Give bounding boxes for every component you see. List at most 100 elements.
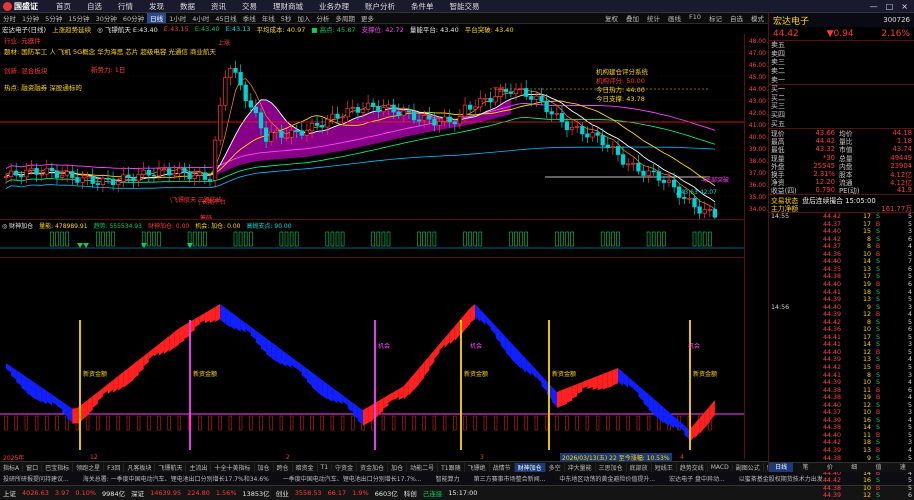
news-item-3[interactable]: 智能算力 (436, 474, 460, 483)
minimize-icon[interactable]: — (870, 2, 878, 11)
close-icon[interactable]: × (901, 2, 908, 11)
period-tab-15[interactable]: 多周期 (332, 13, 358, 23)
indicator-tab-16[interactable]: 动能二号 (407, 462, 439, 472)
indicator-tab-14[interactable]: 资金加仓 (357, 462, 389, 472)
indicator-tab-27[interactable]: MACD (708, 463, 733, 471)
period-tab-1[interactable]: 1分钟 (19, 13, 42, 23)
maximize-icon[interactable]: □ (886, 2, 894, 11)
indicator-tab-9[interactable]: 加仓 (255, 462, 274, 472)
bids-row-2[interactable]: 买三 (769, 102, 914, 111)
indicator-tab-5[interactable]: 凡客板块 (124, 462, 156, 472)
chart-tool-0[interactable]: 复权 (601, 13, 622, 23)
news-item-2[interactable]: 一季度中国电动汽车、锂电池出口分别增长17.7%... (283, 474, 422, 483)
period-tab-6[interactable]: 日线 (147, 13, 167, 23)
bids-row-0[interactable]: 买一 (769, 85, 914, 94)
quote-tab-5[interactable]: 速 (891, 463, 914, 472)
period-tab-11[interactable]: 年线 (259, 13, 278, 23)
chart-tool-6[interactable]: 自选 (726, 13, 747, 23)
indicator-tab-13[interactable]: 守资金 (332, 462, 358, 472)
period-tab-14[interactable]: 分析 (313, 13, 332, 23)
news-item-4[interactable]: 第三方赛事市场整合新闻... (474, 474, 546, 483)
indicator-tab-23[interactable]: 三思加仓 (596, 462, 627, 472)
period-tab-0[interactable]: 分时 (0, 13, 19, 23)
bids-row-1[interactable]: 买二 (769, 94, 914, 103)
menu-item-9[interactable]: 账户分析 (357, 1, 403, 12)
period-tab-2[interactable]: 5分钟 (42, 13, 65, 23)
quote-tab-1[interactable]: 笔 (793, 463, 817, 472)
menu-item-11[interactable]: 智能交易 (442, 1, 488, 12)
period-tab-16[interactable]: 更多 (358, 13, 377, 23)
bids-row-4[interactable]: 买五 (769, 119, 914, 128)
chart-tool-1[interactable]: 叠加 (622, 13, 643, 23)
indicator-tab-11[interactable]: 暗资金 (293, 462, 318, 472)
menu-item-1[interactable]: 自选 (79, 1, 110, 12)
news-item-0[interactable]: 投研所研报提问持建议... (3, 474, 69, 483)
quote-tab-0[interactable]: 日线 (769, 463, 794, 472)
chart-tool-2[interactable]: 统计 (643, 13, 664, 23)
asks-row-4[interactable]: 卖一 (769, 75, 914, 84)
quote-tab-3[interactable]: 细 (842, 463, 866, 472)
chart-tool-7[interactable]: 模式 (747, 13, 768, 23)
indicator-tab-19[interactable]: 战情节 (490, 462, 515, 472)
tick-trades[interactable]: 14:55 44.42 17 S 5 44.37 17 B 5 44.40 15 S 3 44.42 8 S 6… (769, 213, 914, 500)
period-tab-3[interactable]: 15分钟 (65, 13, 92, 23)
news-item-5[interactable]: 中东地区动荡的黄金避险价值提升... (559, 474, 655, 483)
period-tab-12[interactable]: 5秒 (278, 13, 295, 23)
indicator-tab-21[interactable]: 多空 (546, 462, 565, 472)
candle-body (636, 162, 641, 172)
indicator-tab-1[interactable]: 窗口 (23, 462, 43, 472)
indicator-tab-0[interactable]: 指标A (0, 462, 24, 472)
menu-item-8[interactable]: 业务办理 (311, 1, 357, 12)
menu-item-7[interactable]: 理财商城 (265, 1, 311, 12)
period-tab-7[interactable]: 1小时 (166, 13, 189, 23)
news-item-1[interactable]: 海关总署: 一季度中国电动汽车、锂电池出口分别增长17.7%和34.6% (83, 474, 269, 483)
asks-row-2[interactable]: 卖三 (769, 58, 914, 67)
indicator-tab-22[interactable]: 冲大量能 (565, 462, 596, 472)
indicator-tab-26[interactable]: 趋势交线 (677, 462, 708, 472)
chart-tool-5[interactable]: 标记 (705, 13, 726, 23)
indicator-tab-6[interactable]: 飞镖航天 (155, 462, 187, 472)
indicator-tab-28[interactable]: 副图公式 (733, 462, 764, 472)
period-tab-10[interactable]: 季线 (240, 13, 259, 23)
menu-item-3[interactable]: 发现 (141, 1, 172, 12)
candle-body (65, 171, 70, 176)
menu-item-2[interactable]: 行情 (110, 1, 141, 12)
indicator-tab-24[interactable]: 底部放 (627, 462, 652, 472)
chart-tool-4[interactable]: F10 (685, 13, 705, 23)
bids-row-3[interactable]: 买四 (769, 111, 914, 120)
main-kline-chart[interactable]: 上涨下跌\飞镖航天 三路防线\ 长期平台▲43.63 42.07→底部突破成交量… (0, 34, 744, 252)
indicator-tab-4[interactable]: F3回 (104, 462, 125, 472)
menu-item-0[interactable]: 首页 (48, 1, 79, 12)
menu-item-5[interactable]: 资讯 (203, 1, 234, 12)
menu-item-4[interactable]: 数据 (172, 1, 203, 12)
indicator-tab-25[interactable]: 短线王 (652, 462, 677, 472)
indicator-tab-20[interactable]: 财神加仓 (514, 462, 546, 472)
indicator-tab-8[interactable]: 十全十美指标 (211, 462, 255, 472)
indicator-tab-12[interactable]: T1 (318, 463, 333, 471)
menu-item-6[interactable]: 交易 (234, 1, 265, 12)
period-tab-5[interactable]: 60分钟 (120, 13, 147, 23)
menu-item-10[interactable]: 条件单 (403, 1, 442, 12)
trade-price: 44.36 (822, 250, 841, 258)
indicator-tab-2[interactable]: 巴宝指标 (42, 462, 74, 472)
indicator-tab-10[interactable]: 跨仓 (274, 462, 293, 472)
indicator-tab-15[interactable]: 加仓 (388, 462, 408, 472)
period-tab-4[interactable]: 30分钟 (93, 13, 120, 23)
sub-chart-volume[interactable]: ◎ 财神加仓 量能: 478989.91 趋势: 555534.93 财神加仓:… (0, 219, 744, 257)
asks-row-1[interactable]: 卖四 (769, 50, 914, 59)
chart-tool-3[interactable]: 画线 (664, 13, 685, 23)
indicator-tab-18[interactable]: 飞镖绝 (465, 462, 490, 472)
period-tab-13[interactable]: 加入 (294, 13, 313, 23)
quote-tab-4[interactable]: 值 (866, 463, 890, 472)
indicator-tab-17[interactable]: T1跟随 (438, 462, 465, 472)
asks-row-3[interactable]: 卖二 (769, 67, 914, 76)
candle-body (161, 168, 167, 171)
period-tab-9[interactable]: 45日线 (212, 13, 239, 23)
news-item-6[interactable]: 宏达电子 盘中异动... (669, 474, 725, 483)
quote-tab-2[interactable]: 价 (818, 463, 842, 472)
asks-row-0[interactable]: 卖五 (769, 41, 914, 50)
indicator-tab-7[interactable]: 主流出 (186, 462, 212, 472)
indicator-tab-3[interactable]: 领跑之星 (73, 462, 105, 472)
sub-chart-capital[interactable]: 新资金额 新资金额 新资金额 新资金额 新资金额 机会 机会 机会 (0, 257, 744, 459)
period-tab-8[interactable]: 4小时 (189, 13, 212, 23)
